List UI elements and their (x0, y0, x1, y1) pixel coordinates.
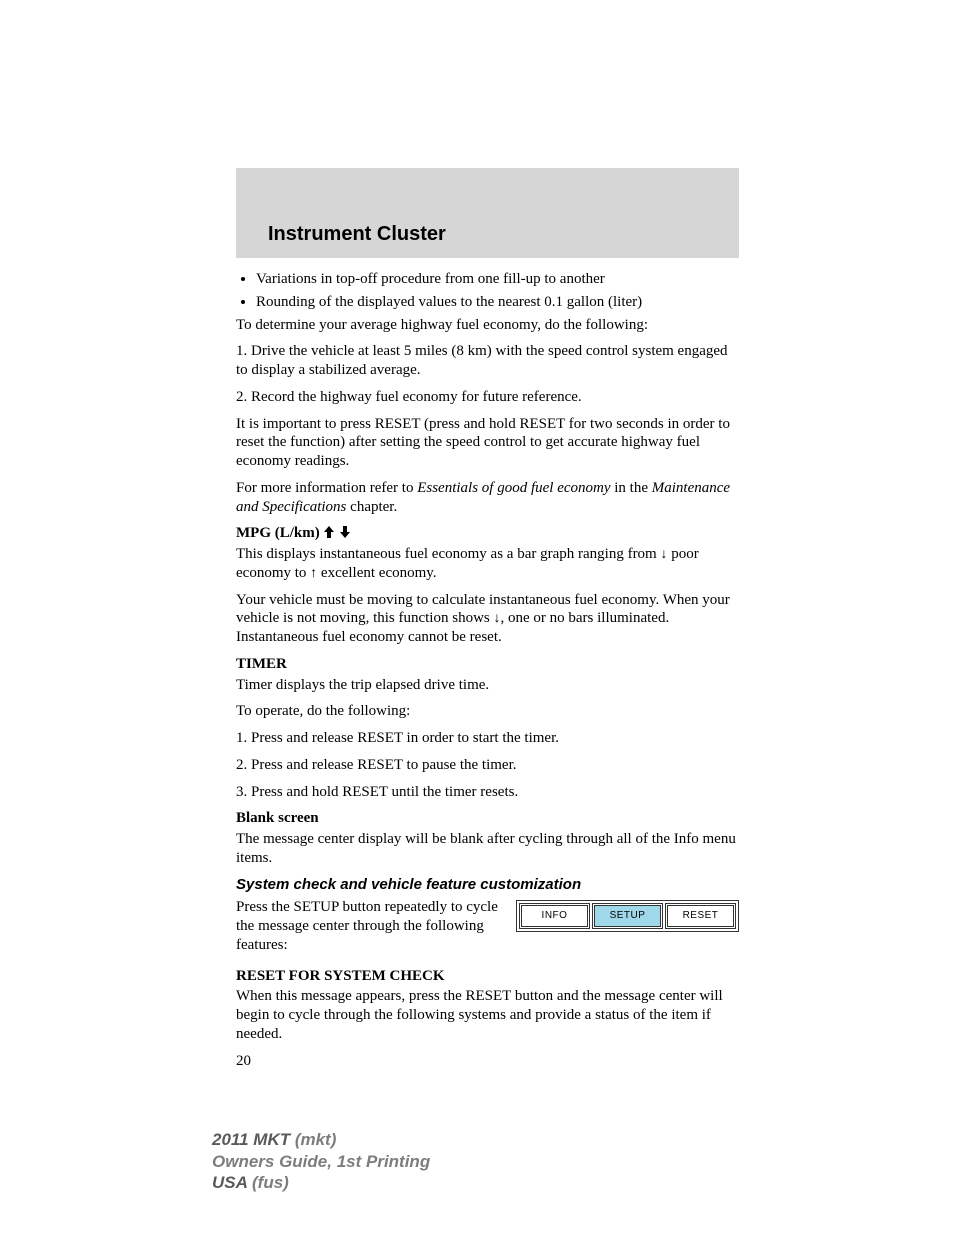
body-text: 1. Drive the vehicle at least 5 miles (8… (236, 342, 739, 380)
page-footer: 2011 MKT (mkt) Owners Guide, 1st Printin… (212, 1129, 430, 1193)
footer-line: USA (fus) (212, 1172, 430, 1193)
subheading: Blank screen (236, 809, 739, 828)
body-text: Timer displays the trip elapsed drive ti… (236, 676, 739, 695)
text-run: excellent economy. (317, 565, 436, 581)
mpg-label: MPG (L/km) (236, 524, 320, 543)
text-run: For more information refer to (236, 480, 417, 496)
text-run: This displays instantaneous fuel economy… (236, 546, 660, 562)
subheading: RESET FOR SYSTEM CHECK (236, 967, 739, 986)
text-run: (mkt) (295, 1130, 337, 1149)
page-content: Variations in top-off procedure from one… (236, 270, 739, 1070)
list-item: Variations in top-off procedure from one… (256, 270, 739, 289)
body-text: This displays instantaneous fuel economy… (236, 545, 739, 583)
button-panel: INFO SETUP RESET (516, 900, 739, 932)
body-text: When this message appears, press the RES… (236, 987, 739, 1043)
reset-button[interactable]: RESET (665, 903, 736, 929)
body-text: To determine your average highway fuel e… (236, 316, 739, 335)
body-text: 1. Press and release RESET in order to s… (236, 729, 739, 748)
body-text: It is important to press RESET (press an… (236, 415, 739, 471)
body-text: For more information refer to Essentials… (236, 479, 739, 517)
section-header: Instrument Cluster (236, 168, 739, 258)
body-text: 2. Press and release RESET to pause the … (236, 756, 739, 775)
text-run: in the (611, 480, 652, 496)
footer-line: 2011 MKT (mkt) (212, 1129, 430, 1150)
section-title: Instrument Cluster (268, 223, 739, 246)
footer-line: Owners Guide, 1st Printing (212, 1151, 430, 1172)
body-text: Your vehicle must be moving to calculate… (236, 591, 739, 647)
arrow-up-icon (322, 525, 336, 543)
mpg-heading: MPG (L/km) (236, 524, 739, 543)
text-run: 2011 MKT (212, 1130, 295, 1149)
system-row: INFO SETUP RESET Press the SETUP button … (236, 898, 739, 954)
button-frame: INFO SETUP RESET (516, 900, 739, 932)
subheading: TIMER (236, 655, 739, 674)
info-button[interactable]: INFO (519, 903, 590, 929)
text-run: (fus) (252, 1173, 289, 1192)
body-text: The message center display will be blank… (236, 830, 739, 868)
text-run: USA (212, 1173, 252, 1192)
list-item: Rounding of the displayed values to the … (256, 293, 739, 312)
subheading-italic: System check and vehicle feature customi… (236, 876, 739, 895)
body-text: 3. Press and hold RESET until the timer … (236, 783, 739, 802)
text-italic: Essentials of good fuel economy (417, 480, 610, 496)
text-run: chapter. (346, 499, 397, 515)
body-text: To operate, do the following: (236, 702, 739, 721)
arrow-down-icon (338, 525, 352, 543)
bullet-list: Variations in top-off procedure from one… (236, 270, 739, 312)
body-text: 2. Record the highway fuel economy for f… (236, 388, 739, 407)
setup-button[interactable]: SETUP (592, 903, 663, 929)
page-number: 20 (236, 1052, 739, 1071)
